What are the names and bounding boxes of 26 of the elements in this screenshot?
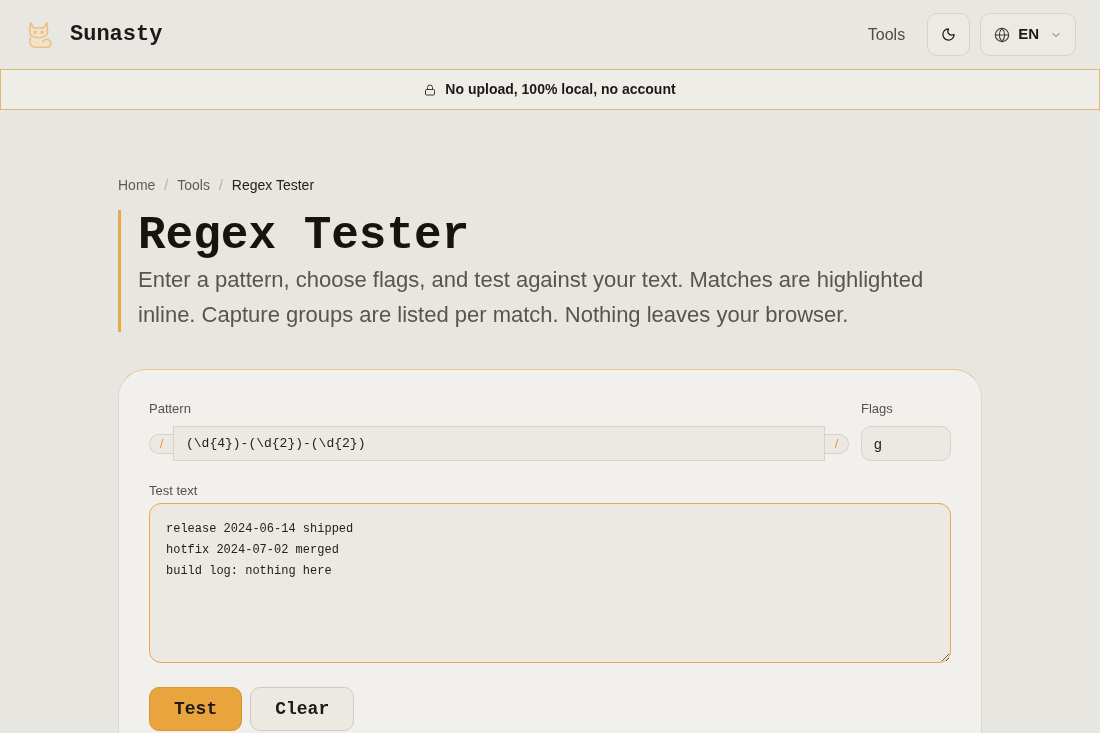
flags-label: Flags bbox=[861, 400, 894, 418]
breadcrumb-link[interactable]: Home bbox=[118, 175, 156, 196]
breadcrumb-separator: / bbox=[218, 176, 223, 195]
pattern-input[interactable]: (\d{4})-(\d{2})-(\d{2}) bbox=[173, 426, 825, 461]
delimiter-left: / bbox=[149, 433, 173, 454]
test-button[interactable]: Test bbox=[149, 687, 243, 731]
lock-icon bbox=[424, 83, 437, 96]
globe-icon bbox=[994, 26, 1011, 43]
page-description: Enter a pattern, choose flags, and test against your text. Matches are highlighted inline. Capture groups are listed per match. Nothing leaves your browser. bbox=[138, 266, 925, 329]
nav-link[interactable]: Tools bbox=[867, 22, 906, 47]
logo-text: Sunasty bbox=[70, 21, 163, 49]
banner-text: No upload, 100% local, no account bbox=[445, 80, 676, 99]
breadcrumb-separator: / bbox=[164, 176, 169, 195]
cat-logo-icon bbox=[28, 21, 52, 48]
clear-button[interactable]: Clear bbox=[250, 687, 355, 731]
test-text-area[interactable]: release 2024-06-14 shipped hotfix 2024-07-02 merged build log: nothing here bbox=[149, 503, 951, 663]
test-text-label: Test text bbox=[149, 482, 199, 500]
delimiter-right: / bbox=[825, 433, 849, 454]
theme-toggle-button[interactable] bbox=[927, 13, 971, 56]
breadcrumb-current: Regex Tester bbox=[231, 176, 315, 195]
pattern-label: Pattern bbox=[149, 400, 192, 418]
language-button[interactable]: EN bbox=[980, 13, 1076, 56]
flags-input[interactable]: g bbox=[861, 426, 951, 461]
page-title: Regex Tester bbox=[138, 210, 471, 262]
breadcrumb-link[interactable]: Tools bbox=[177, 175, 210, 196]
moon-icon bbox=[941, 27, 957, 42]
